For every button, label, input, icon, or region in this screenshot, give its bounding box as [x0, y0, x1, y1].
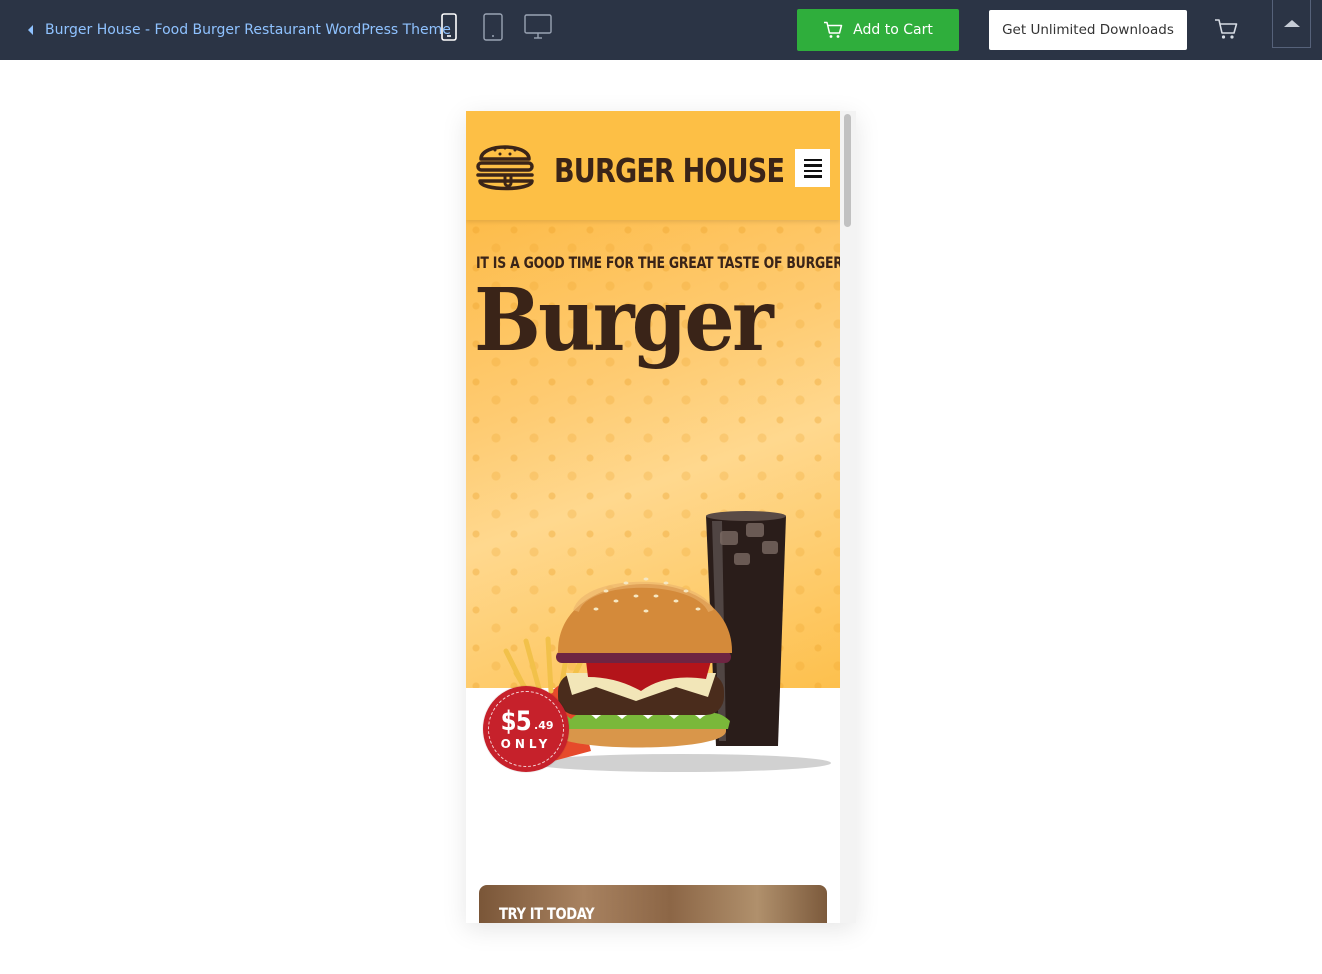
scrollbar-thumb[interactable] [844, 114, 851, 227]
cart-icon [824, 21, 843, 38]
menu-icon [803, 158, 822, 178]
price-only-label: ONLY [500, 736, 552, 751]
hero-title: Burger [474, 270, 774, 371]
get-unlimited-downloads-button[interactable]: Get Unlimited Downloads [989, 10, 1187, 50]
preview-toolbar: Burger House - Food Burger Restaurant Wo… [0, 0, 1322, 60]
theme-title: Burger House - Food Burger Restaurant Wo… [45, 22, 451, 38]
price-badge: $5 .49 ONLY [483, 686, 569, 772]
back-arrow-icon [28, 25, 33, 35]
unlimited-label: Get Unlimited Downloads [1002, 22, 1174, 38]
hamburger-menu-button[interactable] [795, 149, 830, 187]
site-header: BURGER HOUSE [466, 111, 840, 220]
price-value: $5 .49 [498, 708, 553, 735]
add-to-cart-label: Add to Cart [853, 22, 933, 38]
site-preview: BURGER HOUSE IT IS A GOOD TIME FOR THE G… [466, 111, 840, 923]
mobile-preview-frame: BURGER HOUSE IT IS A GOOD TIME FOR THE G… [466, 111, 856, 923]
scroll-to-top-button[interactable] [1272, 0, 1311, 48]
cart-icon[interactable] [1214, 18, 1238, 45]
tablet-icon[interactable] [483, 13, 503, 46]
try-it-today-card[interactable]: TRY IT TODAY [479, 885, 827, 923]
try-it-today-title: TRY IT TODAY [499, 904, 595, 923]
price-dollars: $5 [501, 705, 532, 737]
back-to-theme-link[interactable]: Burger House - Food Burger Restaurant Wo… [28, 20, 451, 40]
desktop-icon[interactable] [524, 13, 552, 46]
mobile-icon[interactable] [441, 13, 457, 46]
burger-logo-icon[interactable] [475, 135, 535, 202]
price-cents: .49 [534, 718, 554, 732]
preview-scrollbar[interactable] [840, 111, 856, 923]
site-brand-name[interactable]: BURGER HOUSE [554, 151, 785, 190]
caret-up-icon [1283, 20, 1300, 27]
add-to-cart-button[interactable]: Add to Cart [797, 9, 959, 51]
